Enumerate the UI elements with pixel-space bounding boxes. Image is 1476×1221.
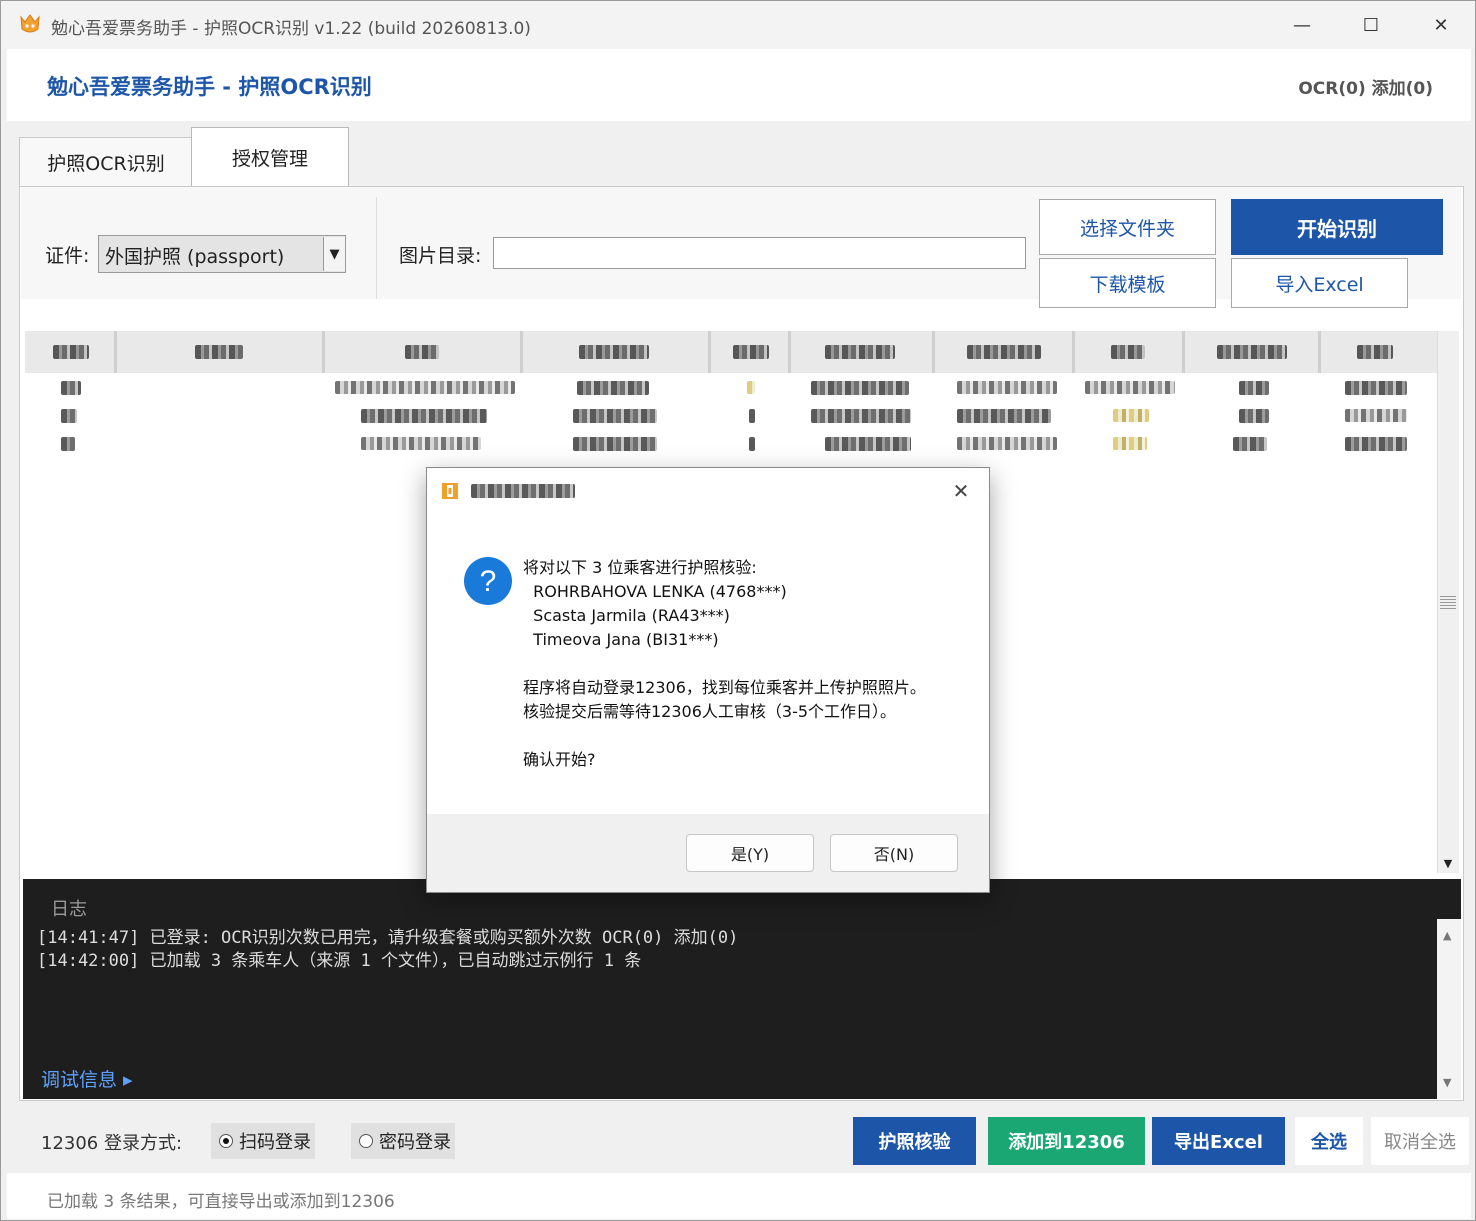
passport-verify-button[interactable]: 护照核验	[853, 1117, 976, 1165]
scroll-up-icon[interactable]: ▲	[1443, 929, 1451, 942]
close-icon: ✕	[952, 479, 970, 503]
login-method-label: 12306 登录方式:	[41, 1133, 183, 1154]
confirm-dialog: ✕ ? 将对以下 3 位乘客进行护照核验: ROHRBAHOVA LENKA (…	[426, 467, 990, 893]
radio-label: 密码登录	[379, 1132, 451, 1153]
select-folder-button[interactable]: 选择文件夹	[1039, 199, 1216, 255]
chevron-down-icon[interactable]: ▼	[323, 237, 345, 271]
column-header[interactable]	[523, 331, 711, 373]
export-excel-button[interactable]: 导出Excel	[1152, 1117, 1285, 1165]
log-scrollbar[interactable]: ▲ ▼	[1437, 919, 1461, 1099]
column-header[interactable]	[1321, 331, 1437, 373]
column-header[interactable]	[711, 331, 791, 373]
cert-type-select[interactable]: 外国护照 (passport)	[98, 235, 346, 273]
deselect-all-button[interactable]: 取消全选	[1371, 1117, 1469, 1165]
app-logo-icon	[442, 483, 458, 499]
window-title: 勉心吾爱票务助手 - 护照OCR识别 v1.22 (build 20260813…	[51, 19, 531, 39]
maximize-icon: ☐	[1362, 14, 1380, 36]
svg-text:?: ?	[480, 565, 497, 598]
table-row[interactable]	[25, 403, 1437, 431]
dialog-yes-button[interactable]: 是(Y)	[686, 834, 814, 872]
radio-label: 扫码登录	[239, 1132, 311, 1153]
app-window: 勉心吾爱票务助手 - 护照OCR识别 v1.22 (build 20260813…	[0, 0, 1476, 1221]
log-output: [14:41:47] 已登录: OCR识别次数已用完，请升级套餐或购买额外次数 …	[37, 927, 738, 973]
image-dir-label: 图片目录:	[399, 245, 482, 267]
column-header[interactable]	[1185, 331, 1321, 373]
radio-qr-login[interactable]: 扫码登录	[211, 1123, 315, 1159]
app-logo-icon	[20, 14, 40, 33]
dialog-no-button[interactable]: 否(N)	[830, 834, 958, 872]
app-header: 勉心吾爱票务助手 - 护照OCR识别 OCR(0) 添加(0)	[7, 49, 1471, 121]
page-title: 勉心吾爱票务助手 - 护照OCR识别	[47, 75, 372, 99]
scroll-down-icon[interactable]: ▼	[1443, 1076, 1451, 1089]
log-line: [14:41:47] 已登录: OCR识别次数已用完，请升级套餐或购买额外次数 …	[37, 928, 739, 948]
tab-passport-ocr[interactable]: 护照OCR识别	[19, 137, 193, 187]
minimize-icon: —	[1293, 14, 1311, 36]
cert-type-label: 证件:	[45, 245, 90, 267]
radio-selected-icon	[219, 1134, 233, 1148]
radio-unselected-icon	[359, 1134, 373, 1148]
dialog-close-button[interactable]: ✕	[943, 476, 979, 506]
status-bar: 已加载 3 条结果，可直接导出或添加到12306	[7, 1173, 1471, 1219]
dialog-message: 将对以下 3 位乘客进行护照核验: ROHRBAHOVA LENKA (4768…	[523, 558, 926, 769]
toolbar-divider	[376, 197, 377, 299]
tab-license-management[interactable]: 授权管理	[191, 127, 349, 187]
download-template-button[interactable]: 下载模板	[1039, 258, 1216, 308]
title-bar: 勉心吾爱票务助手 - 护照OCR识别 v1.22 (build 20260813…	[1, 1, 1475, 49]
column-header[interactable]	[325, 331, 523, 373]
minimize-button[interactable]: —	[1279, 9, 1325, 41]
dialog-title	[471, 484, 575, 498]
image-dir-input[interactable]	[493, 237, 1026, 269]
dialog-title-bar: ✕	[427, 468, 989, 514]
column-header[interactable]	[117, 331, 325, 373]
question-icon: ?	[464, 557, 512, 605]
column-header[interactable]	[25, 331, 117, 373]
close-icon: ✕	[1433, 14, 1449, 36]
scroll-down-icon[interactable]: ▼	[1438, 853, 1458, 873]
start-recognition-button[interactable]: 开始识别	[1231, 199, 1443, 255]
select-all-button[interactable]: 全选	[1295, 1117, 1363, 1165]
table-row[interactable]	[25, 431, 1437, 459]
usage-counter: OCR(0) 添加(0)	[1298, 79, 1433, 99]
column-header[interactable]	[935, 331, 1075, 373]
table-header	[25, 331, 1437, 373]
scrollbar-grip[interactable]	[1440, 595, 1456, 609]
close-button[interactable]: ✕	[1418, 9, 1464, 41]
add-to-12306-button[interactable]: 添加到12306	[988, 1117, 1145, 1165]
log-title: 日志	[51, 899, 87, 920]
column-header[interactable]	[1075, 331, 1185, 373]
radio-password-login[interactable]: 密码登录	[351, 1123, 455, 1159]
table-row[interactable]	[25, 375, 1437, 403]
import-excel-button[interactable]: 导入Excel	[1231, 258, 1408, 308]
log-line: [14:42:00] 已加载 3 条乘车人（来源 1 个文件），已自动跳过示例行…	[37, 951, 642, 971]
debug-info-toggle[interactable]: 调试信息 ▸	[41, 1065, 133, 1092]
maximize-button[interactable]: ☐	[1348, 9, 1394, 41]
status-text: 已加载 3 条结果，可直接导出或添加到12306	[47, 1192, 395, 1212]
log-panel: 日志 [14:41:47] 已登录: OCR识别次数已用完，请升级套餐或购买额外…	[23, 879, 1461, 1099]
column-header[interactable]	[791, 331, 935, 373]
